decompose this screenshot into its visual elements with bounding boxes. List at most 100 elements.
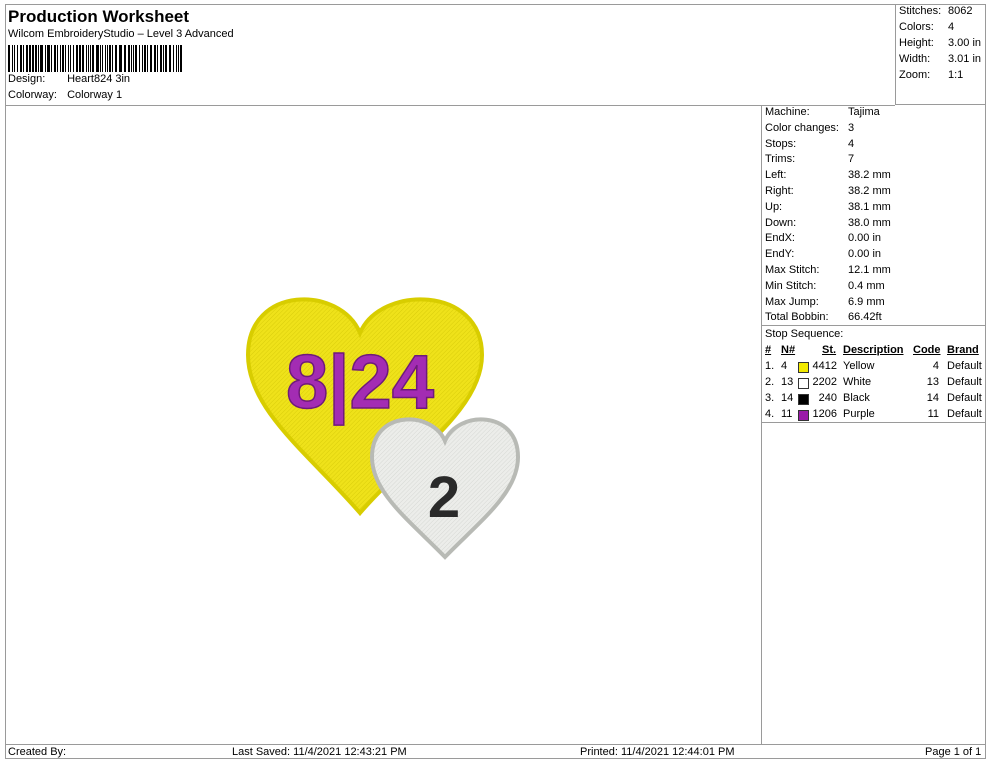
thread-color-swatch (798, 378, 809, 389)
stop-cell-num: 3. (765, 392, 775, 404)
stop-sequence-section: Stop Sequence: # N# St. Description Code… (762, 325, 986, 423)
machine-row-value: 6.9 mm (848, 295, 885, 308)
design-label: Design: (8, 73, 46, 85)
width-label: Width: (899, 53, 931, 65)
colorway-label: Colorway: (8, 89, 57, 101)
machine-row-value: 66.42ft (848, 311, 882, 324)
software-name: Wilcom EmbroideryStudio – Level 3 Advanc… (8, 28, 234, 40)
worksheet-header: Production Worksheet Wilcom EmbroiderySt… (5, 4, 895, 106)
machine-row: EndX: 0.00 in (765, 232, 881, 244)
machine-row-value: 0.00 in (848, 248, 882, 261)
stop-cell-code: 14 (926, 392, 939, 404)
machine-row-label: Total Bobbin: (765, 311, 829, 324)
machine-row-label: EndX: (765, 232, 795, 245)
machine-row-label: Color changes: (765, 121, 839, 134)
stop-cell-brand: Default (947, 408, 982, 420)
zoom-row: Zoom: 1:1 (899, 69, 963, 81)
stop-header-brand: Brand (947, 344, 979, 356)
machine-row: Stops: 4 (765, 138, 854, 150)
stop-cell-n: 11 (781, 408, 793, 420)
machine-row-value: 38.0 mm (848, 216, 891, 229)
machine-row-label: Stops: (765, 137, 797, 150)
machine-row: Left: 38.2 mm (765, 169, 891, 181)
stop-cell-desc: Yellow (843, 360, 875, 372)
machine-row-value: 7 (848, 153, 855, 166)
height-value: 3.00 in (948, 37, 982, 49)
colors-value: 4 (948, 21, 955, 33)
width-row: Width: 3.01 in (899, 53, 981, 65)
machine-row: Total Bobbin: 66.42ft (765, 311, 882, 323)
col-desc-header: Description (843, 344, 904, 356)
stop-cell-st: 4412 (812, 360, 837, 372)
design-number-8124: 8|24 (286, 340, 434, 426)
stop-cell-n: 4 (781, 360, 788, 372)
created-by: Created By: (8, 746, 67, 758)
colorway-value: Colorway 1 (67, 89, 123, 101)
machine-row: Down: 38.0 mm (765, 217, 891, 229)
machine-row-label: Max Stitch: (765, 264, 820, 276)
stop-cell-st: 1206 (812, 408, 837, 420)
machine-row-label: Left: (765, 169, 787, 182)
machine-row: Color changes: 3 (765, 122, 854, 134)
stop-header-num: # (765, 344, 771, 356)
colors-label: Colors: (899, 21, 934, 33)
stop-cell-num: 4. (765, 408, 775, 420)
design-row: Design: Heart824 3in (8, 73, 130, 85)
stop-cell-desc: Black (843, 392, 870, 404)
machine-row-value: 3 (848, 121, 855, 134)
thread-color-swatch (798, 362, 809, 373)
machine-row-value: 38.2 mm (848, 169, 891, 182)
col-st-header: St. (822, 344, 837, 356)
stitches-label: Stitches: (899, 5, 942, 17)
stitches-row: Stitches: 8062 (899, 5, 972, 17)
stop-cell-st: 2202 (812, 376, 837, 388)
last-saved: Last Saved: 11/4/2021 12:43:21 PM (232, 746, 407, 758)
stop-cell-n: 14 (781, 392, 794, 404)
stop-cell-code: 11 (927, 408, 939, 420)
stop-sequence-label: Stop Sequence: (765, 328, 844, 340)
machine-row-value: Tajima (848, 106, 880, 118)
stop-header-n: N# (781, 344, 795, 356)
stop-cell-num: 2. (765, 376, 775, 388)
stitches-value: 8062 (948, 5, 973, 17)
machine-row: Right: 38.2 mm (765, 185, 891, 197)
machine-row-label: Trims: (765, 153, 796, 166)
machine-row-value: 0.4 mm (848, 279, 885, 292)
page-number: Page 1 of 1 (925, 746, 982, 758)
design-preview: 8|24 2 (245, 297, 521, 560)
zoom-value: 1:1 (948, 69, 964, 81)
stop-cell-num: 1. (765, 360, 775, 372)
machine-row-label: Up: (765, 200, 783, 213)
colors-row: Colors: 4 (899, 21, 954, 33)
machine-row: Min Stitch: 0.4 mm (765, 280, 885, 292)
stop-cell-brand: Default (947, 360, 982, 372)
machine-row-label: Machine: (765, 106, 810, 118)
stop-cell-code: 4 (932, 360, 939, 372)
stop-cell-brand: Default (947, 392, 982, 404)
zoom-label: Zoom: (899, 69, 931, 81)
machine-row-label: EndY: (765, 248, 795, 261)
stop-cell-code: 13 (926, 376, 939, 388)
machine-row-label: Right: (765, 185, 794, 197)
stop-cell-n: 13 (781, 376, 794, 388)
colorway-row: Colorway: Colorway 1 (8, 89, 122, 101)
stop-cell-st: 240 (818, 392, 837, 404)
col-brand-header: Brand (947, 344, 979, 356)
design-value: Heart824 3in (67, 73, 131, 85)
col-num-header: # (765, 344, 772, 356)
thread-color-swatch (798, 394, 809, 405)
stop-header-code: Code (913, 344, 941, 356)
col-n-header: N# (781, 344, 796, 356)
printed-date: Printed: 11/4/2021 12:44:01 PM (580, 746, 735, 758)
machine-row: EndY: 0.00 in (765, 248, 881, 260)
height-label: Height: (899, 37, 934, 49)
machine-row-label: Max Jump: (765, 295, 819, 308)
machine-row-value: 0.00 in (848, 232, 882, 245)
machine-row: Max Stitch: 12.1 mm (765, 264, 891, 276)
stop-cell-desc: White (843, 376, 872, 388)
height-row: Height: 3.00 in (899, 37, 981, 49)
barcode (8, 45, 182, 72)
col-code-header: Code (913, 344, 941, 356)
machine-row: Trims: 7 (765, 153, 854, 165)
machine-row-value: 12.1 mm (848, 264, 891, 276)
